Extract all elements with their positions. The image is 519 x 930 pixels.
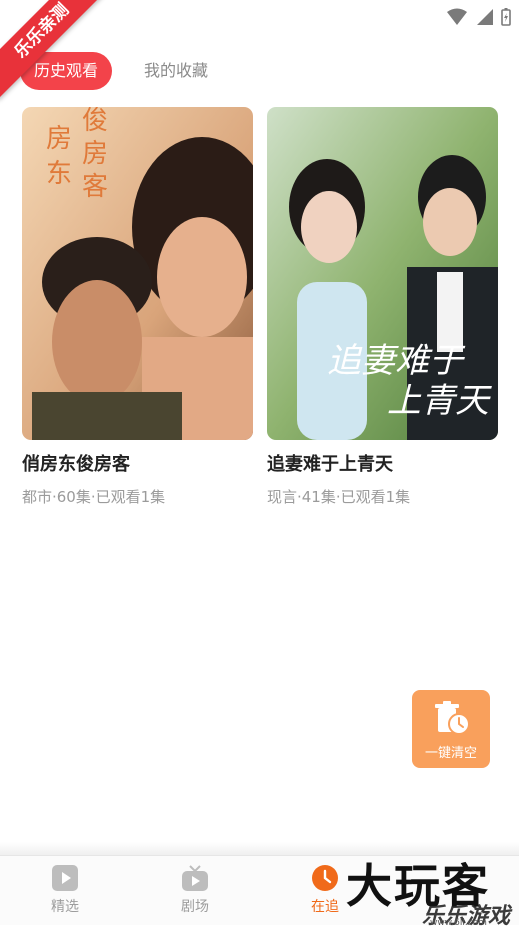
- watermark-logo: 大玩客 乐乐游戏 www.6ll.com: [342, 850, 519, 929]
- nav-item-featured[interactable]: 精选: [0, 856, 130, 925]
- watermark-url: www.6ll.com: [430, 918, 487, 928]
- wifi-icon: [447, 8, 467, 25]
- drama-meta: 现言·41集·已观看1集: [267, 488, 411, 506]
- clear-all-label: 一键清空: [424, 746, 477, 761]
- svg-text:东: 东: [46, 159, 72, 189]
- status-icons: [447, 8, 511, 26]
- poster-image[interactable]: 追妻难于 上青天: [267, 107, 498, 440]
- svg-text:俊: 俊: [82, 107, 108, 136]
- svg-text:房: 房: [82, 139, 108, 169]
- drama-meta: 都市·60集·已观看1集: [22, 488, 166, 506]
- svg-text:房: 房: [46, 124, 72, 154]
- drama-title[interactable]: 追妻难于上青天: [267, 450, 498, 476]
- signal-icon: [477, 9, 493, 25]
- play-square-icon: [0, 864, 130, 892]
- svg-text:追妻难于: 追妻难于: [327, 341, 466, 381]
- nav-label: 剧场: [181, 899, 209, 915]
- clear-all-button[interactable]: 一键清空: [412, 690, 490, 768]
- tab-favorites[interactable]: 我的收藏: [130, 52, 222, 90]
- nav-label: 精选: [51, 899, 79, 915]
- history-grid: 房 东 俊 房 客 俏房东俊房客 都市·60集·已观看1集 追妻难于 上青天 追…: [22, 107, 498, 507]
- drama-card[interactable]: 追妻难于 上青天 追妻难于上青天 现言·41集·已观看1集: [267, 107, 498, 507]
- drama-title[interactable]: 俏房东俊房客: [22, 450, 253, 476]
- tab-bar: 历史观看 我的收藏: [20, 52, 222, 90]
- svg-text:客: 客: [82, 172, 108, 202]
- drama-card[interactable]: 房 东 俊 房 客 俏房东俊房客 都市·60集·已观看1集: [22, 107, 253, 507]
- trash-clock-icon: [412, 700, 490, 740]
- battery-icon: [501, 8, 511, 26]
- poster-image[interactable]: 房 东 俊 房 客: [22, 107, 253, 440]
- tv-icon: [130, 864, 260, 892]
- svg-text:上青天: 上青天: [387, 381, 492, 421]
- nav-item-theater[interactable]: 剧场: [130, 856, 260, 925]
